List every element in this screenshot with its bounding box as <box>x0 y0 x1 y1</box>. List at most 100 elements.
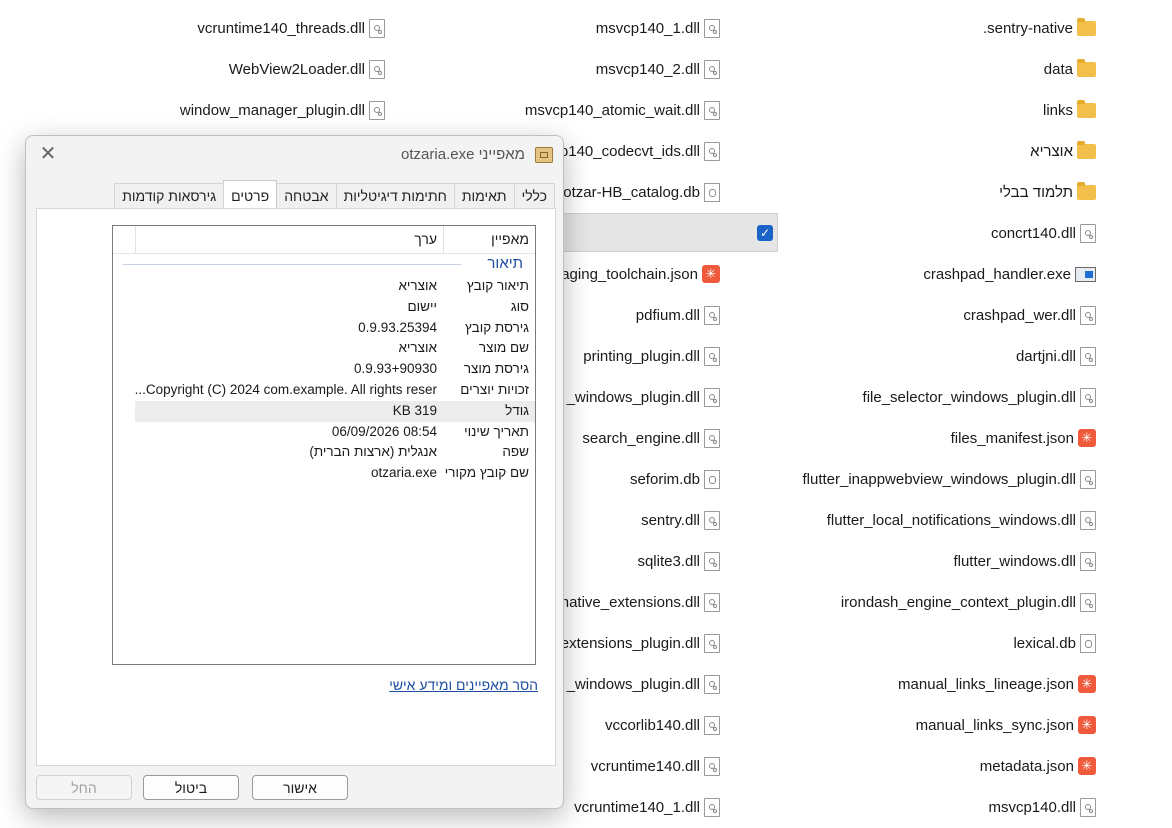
file-item[interactable]: _windows_plugin.dll <box>567 379 720 415</box>
file-item[interactable]: msvcp140_atomic_wait.dll <box>525 92 720 128</box>
property-row[interactable]: גירסת מוצר 0.9.93+90930 <box>135 359 535 380</box>
file-item[interactable]: manual_links_lineage.json <box>898 666 1096 702</box>
file-item[interactable]: sqlite3.dll <box>637 543 720 579</box>
folder-icon <box>1077 58 1096 77</box>
file-item[interactable]: window_manager_plugin.dll <box>180 92 385 128</box>
file-item[interactable]: _windows_plugin.dll <box>567 666 720 702</box>
property-row[interactable]: גודל 319 KB <box>135 400 535 422</box>
column-divider[interactable] <box>135 226 136 253</box>
remove-properties-link[interactable]: הסר מאפיינים ומידע אישי <box>389 677 538 693</box>
dll-icon <box>1080 510 1096 530</box>
file-item[interactable]: data <box>1044 51 1096 87</box>
tab-2[interactable]: חתימות דיגיטליות <box>335 183 455 209</box>
property-row[interactable]: שם מוצר אוצריא <box>135 338 535 359</box>
file-name: flutter_local_notifications_windows.dll <box>826 511 1076 529</box>
file-name: seforim.db <box>629 470 700 488</box>
file-item[interactable]: lexical.db <box>1013 625 1096 661</box>
tab-4[interactable]: פרטים <box>223 180 278 209</box>
file-item[interactable]: otzar-HB_catalog.db <box>563 174 720 210</box>
group-divider <box>123 264 461 265</box>
file-item[interactable]: msvcp140_2.dll <box>596 51 720 87</box>
file-name: אוצריא <box>1030 142 1073 160</box>
folder-icon <box>1077 17 1096 36</box>
file-item[interactable]: search_engine.dll <box>582 420 720 456</box>
selection-checkbox[interactable]: ✓ <box>757 225 773 241</box>
apply-button[interactable]: החל <box>36 775 132 800</box>
file-item[interactable]: p140_codecvt_ids.dll <box>560 133 720 169</box>
file-item[interactable]: extensions_plugin.dll <box>561 625 720 661</box>
close-icon[interactable]: ✕ <box>38 144 58 164</box>
file-name: links <box>1042 101 1073 119</box>
dll-icon <box>1080 469 1096 489</box>
file-item[interactable]: אוצריא <box>1030 133 1096 169</box>
file-item[interactable]: vcruntime140_threads.dll <box>197 10 385 46</box>
file-item[interactable]: printing_plugin.dll <box>583 338 720 374</box>
file-name: sentry.dll <box>641 511 700 529</box>
file-item[interactable]: flutter_local_notifications_windows.dll <box>827 502 1096 538</box>
dll-icon <box>704 797 720 817</box>
property-name: גירסת מוצר <box>463 361 529 377</box>
file-name: vcruntime140_1.dll <box>574 798 700 816</box>
file-item[interactable]: vcruntime140.dll <box>591 748 720 784</box>
file-item[interactable]: links <box>1043 92 1096 128</box>
file-item[interactable]: native_extensions.dll <box>561 584 720 620</box>
file-item[interactable]: תלמוד בבלי <box>999 174 1096 210</box>
dll-icon <box>704 510 720 530</box>
file-item[interactable]: vccorlib140.dll <box>605 707 720 743</box>
property-name: שם קובץ מקורי <box>444 465 529 481</box>
property-value: יישום <box>407 298 437 314</box>
file-item[interactable]: flutter_inappwebview_windows_plugin.dll <box>802 461 1096 497</box>
file-name: sqlite3.dll <box>637 552 700 570</box>
file-item[interactable]: .sentry-native <box>983 10 1096 46</box>
file-item[interactable]: WebView2Loader.dll <box>229 51 385 87</box>
file-item[interactable]: metadata.json <box>980 748 1096 784</box>
tab-5[interactable]: גירסאות קודמות <box>114 183 225 209</box>
property-row[interactable]: זכויות יוצרים Copyright (C) 2024 com.exam… <box>135 380 535 401</box>
file-item[interactable]: files_manifest.json <box>951 420 1096 456</box>
file-name: extensions_plugin.dll <box>560 634 700 652</box>
file-item[interactable]: msvcp140_1.dll <box>596 10 720 46</box>
file-item[interactable]: msvcp140.dll <box>988 789 1096 825</box>
column-header-property[interactable]: מאפיין <box>491 231 529 247</box>
file-item[interactable]: flutter_windows.dll <box>953 543 1096 579</box>
file-name: data <box>1043 60 1073 78</box>
file-item[interactable]: crashpad_wer.dll <box>963 297 1096 333</box>
file-name: lexical.db <box>1013 634 1076 652</box>
dll-icon <box>704 387 720 407</box>
dll-icon <box>369 59 385 79</box>
column-header-value[interactable]: ערך <box>414 231 437 247</box>
property-row[interactable]: תיאור קובץ אוצריא <box>135 276 535 297</box>
tab-0[interactable]: כללי <box>513 183 555 209</box>
file-name: crashpad_handler.exe <box>923 265 1071 283</box>
db-icon <box>1080 633 1096 653</box>
tab-1[interactable]: תאימות <box>453 183 515 209</box>
column-divider[interactable] <box>443 226 444 253</box>
file-item[interactable]: file_selector_windows_plugin.dll <box>863 379 1096 415</box>
file-item[interactable]: crashpad_handler.exe <box>923 256 1096 292</box>
file-item[interactable]: seforim.db <box>630 461 720 497</box>
property-name: זכויות יוצרים <box>460 382 529 397</box>
details-panel: מאפיין ערך תיאור תיאור קובץ אוצריא סוג יישו… <box>36 208 556 766</box>
file-item[interactable]: concrt140.dll <box>991 215 1096 251</box>
cancel-button[interactable]: ביטול <box>143 775 239 800</box>
ok-button[interactable]: אישור <box>252 775 348 800</box>
file-item[interactable]: vcruntime140_1.dll <box>574 789 720 825</box>
dll-icon <box>1080 223 1096 243</box>
property-row[interactable]: שם קובץ מקורי otzaria.exe <box>135 463 535 484</box>
property-row[interactable]: סוג יישום <box>135 297 535 318</box>
file-item[interactable]: sentry.dll <box>641 502 720 538</box>
file-item[interactable]: manual_links_sync.json <box>916 707 1096 743</box>
property-value: 319 KB <box>392 402 437 418</box>
property-row[interactable]: גירסת קובץ 0.9.93.25394 <box>135 318 535 339</box>
file-item[interactable]: aging_toolchain.json <box>561 256 720 292</box>
tab-3[interactable]: אבטחה <box>276 183 337 209</box>
property-row[interactable]: שפה אנגלית (ארצות הברית) <box>135 442 535 463</box>
file-name: תלמוד בבלי <box>999 183 1073 201</box>
file-item[interactable]: pdfium.dll <box>636 297 720 333</box>
file-name: p140_codecvt_ids.dll <box>559 142 700 160</box>
property-row[interactable]: תאריך שינוי 08:54 06/09/2026 <box>135 422 535 443</box>
property-name: סוג <box>510 298 529 314</box>
file-item[interactable]: irondash_engine_context_plugin.dll <box>841 584 1096 620</box>
properties-list[interactable]: מאפיין ערך תיאור תיאור קובץ אוצריא סוג יישו… <box>112 225 536 665</box>
file-item[interactable]: dartjni.dll <box>1016 338 1096 374</box>
